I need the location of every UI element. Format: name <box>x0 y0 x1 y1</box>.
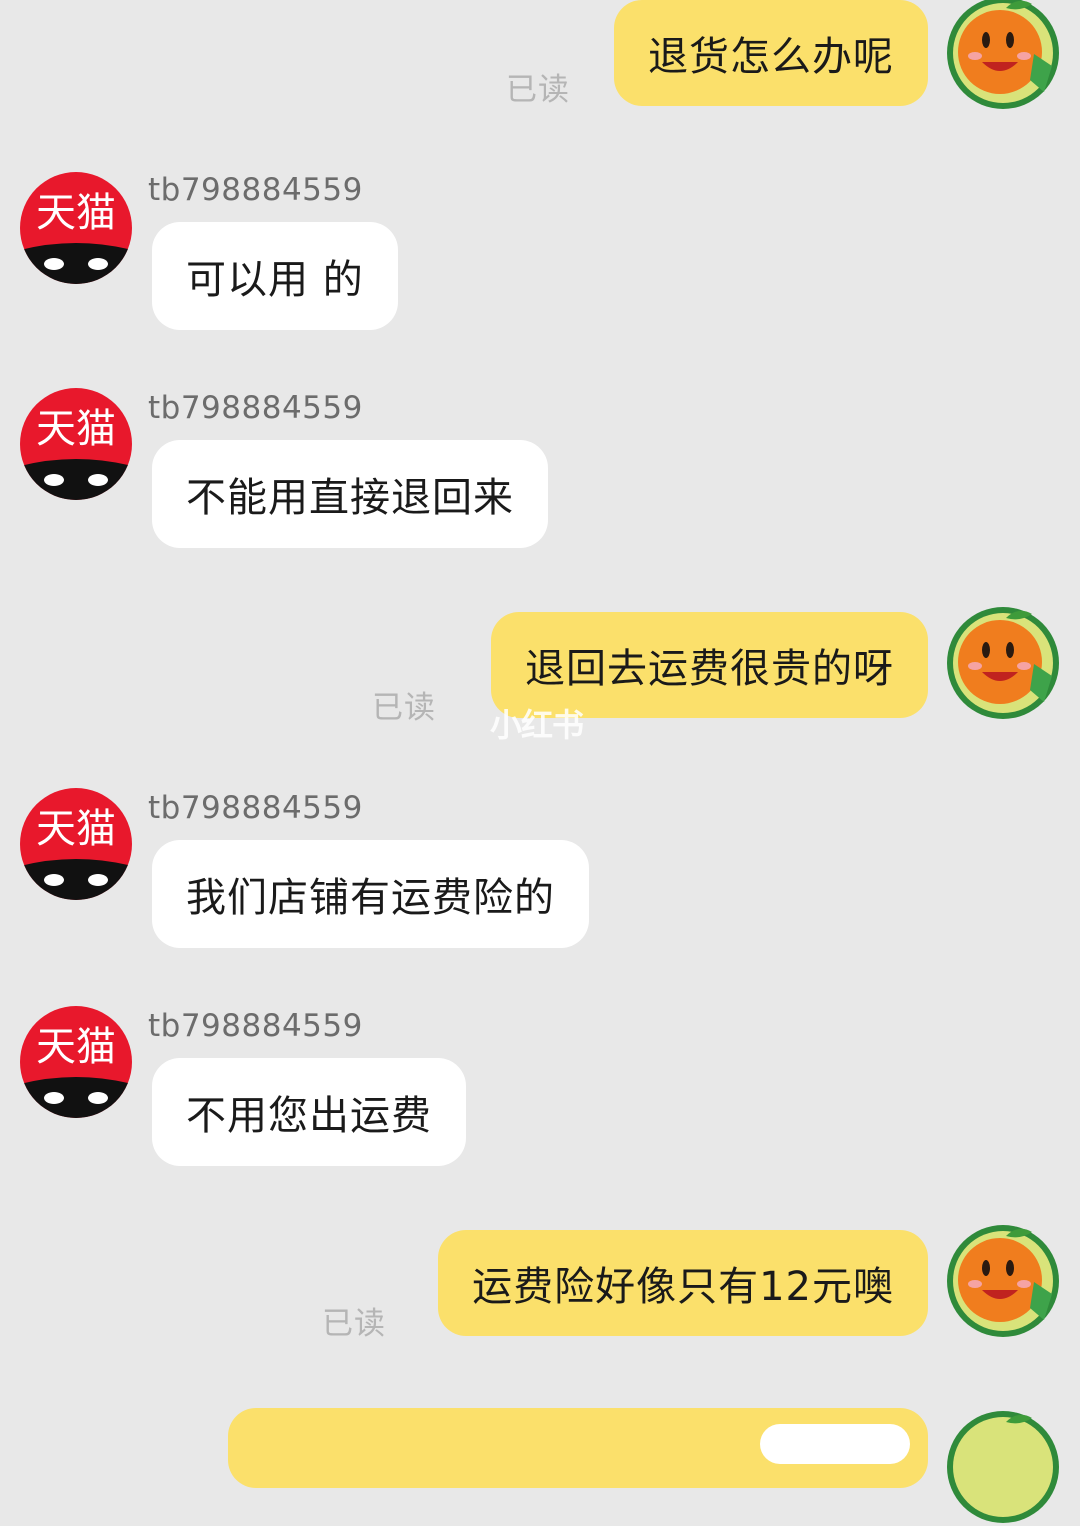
tmall-cat-avatar-icon[interactable]: 天猫 <box>20 1006 132 1118</box>
tmall-cat-avatar-icon[interactable]: 天猫 <box>20 388 132 500</box>
read-status: 已读 <box>372 690 436 726</box>
sender-name: tb798884559 <box>148 790 363 826</box>
message-attachment-partial <box>760 1424 910 1464</box>
shop-message-bubble[interactable]: 我们店铺有运费险的 <box>152 840 589 948</box>
chat-message-list[interactable]: 已读 退货怎么办呢 天猫 tb798884559 可以用 的 天猫 tb7988… <box>0 0 1080 1523</box>
sender-name: tb798884559 <box>148 1008 363 1044</box>
self-message-bubble[interactable]: 退货怎么办呢 <box>614 0 928 106</box>
sender-name: tb798884559 <box>148 172 363 208</box>
orange-cartoon-avatar-icon[interactable] <box>944 1408 1062 1526</box>
sender-name: tb798884559 <box>148 390 363 426</box>
shop-message-bubble[interactable]: 可以用 的 <box>152 222 398 330</box>
tmall-avatar-label: 天猫 <box>36 1024 116 1070</box>
read-status: 已读 <box>506 72 570 108</box>
shop-message-bubble[interactable]: 不能用直接退回来 <box>152 440 548 548</box>
orange-cartoon-avatar-icon[interactable] <box>944 1222 1062 1340</box>
tmall-avatar-label: 天猫 <box>36 190 116 236</box>
tmall-cat-avatar-icon[interactable]: 天猫 <box>20 172 132 284</box>
orange-cartoon-avatar-icon[interactable] <box>944 604 1062 722</box>
shop-message-bubble[interactable]: 不用您出运费 <box>152 1058 466 1166</box>
read-status: 已读 <box>322 1306 386 1342</box>
orange-cartoon-avatar-icon[interactable] <box>944 0 1062 112</box>
watermark: 小红书 <box>490 706 584 744</box>
tmall-avatar-label: 天猫 <box>36 406 116 452</box>
tmall-avatar-label: 天猫 <box>36 806 116 852</box>
tmall-cat-avatar-icon[interactable]: 天猫 <box>20 788 132 900</box>
self-message-bubble[interactable]: 运费险好像只有12元噢 <box>438 1230 928 1336</box>
